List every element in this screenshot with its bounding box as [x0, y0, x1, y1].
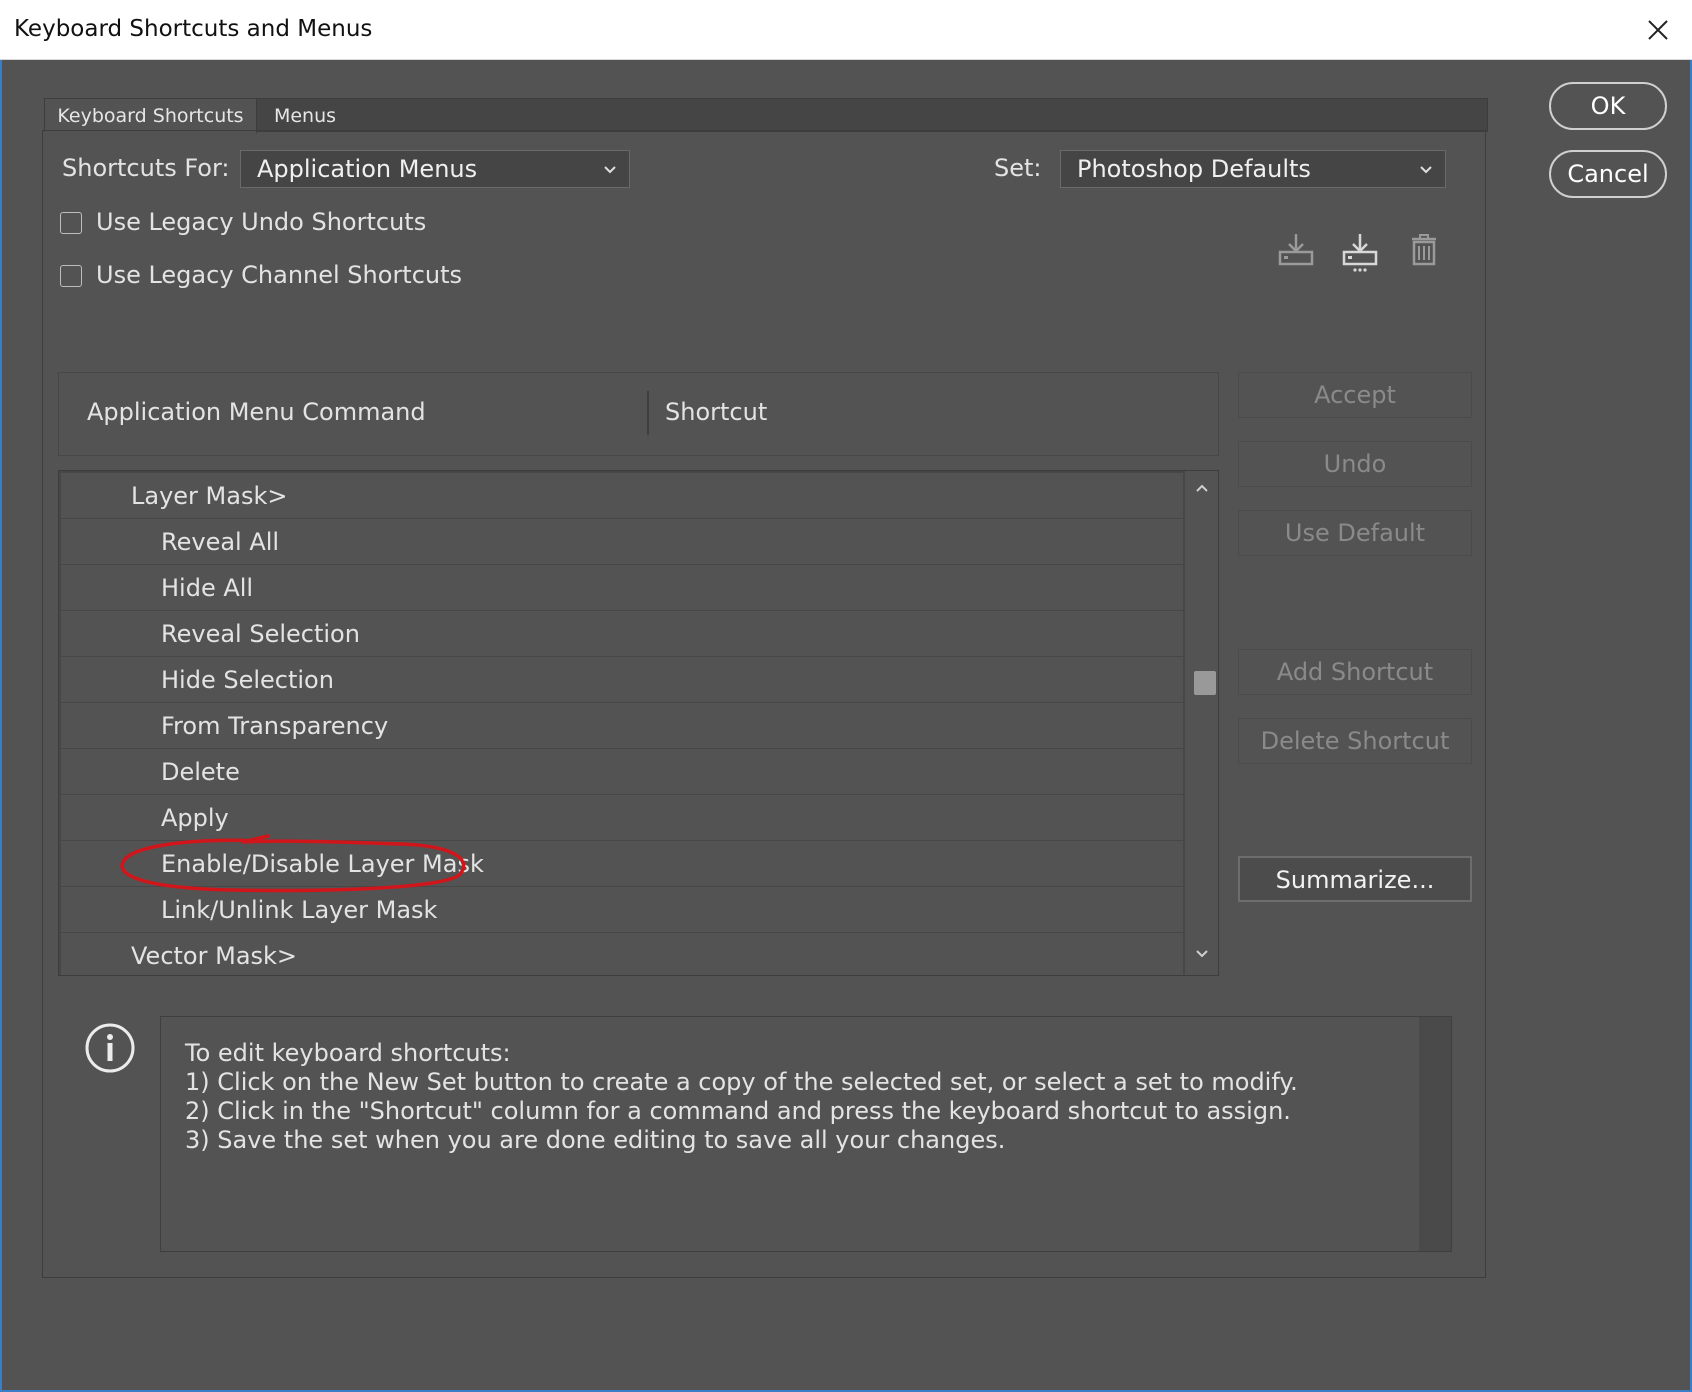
list-item[interactable]: Hide Selection: [61, 657, 1183, 702]
list-item-label: Vector Mask>: [131, 942, 298, 970]
undo-button[interactable]: Undo: [1238, 441, 1472, 487]
chevron-up-icon[interactable]: [1194, 481, 1210, 495]
list-item[interactable]: Hide All: [61, 565, 1183, 610]
dialog-body: Keyboard Shortcuts Menus Shortcuts For: …: [0, 60, 1692, 1392]
info-box: To edit keyboard shortcuts: 1) Click on …: [160, 1016, 1452, 1252]
set-value: Photoshop Defaults: [1077, 155, 1311, 183]
list-item[interactable]: Vector Mask>: [61, 933, 1183, 975]
list-item[interactable]: Reveal Selection: [61, 611, 1183, 656]
shortcuts-for-select[interactable]: Application Menus: [240, 150, 630, 188]
list-item[interactable]: Layer Mask>: [61, 473, 1183, 518]
column-divider[interactable]: [647, 391, 649, 435]
list-item-label: From Transparency: [161, 712, 389, 740]
save-set-icon: [1278, 234, 1314, 266]
command-list: Layer Mask> Reveal All Hide All Reveal S…: [58, 470, 1219, 976]
ok-button[interactable]: OK: [1549, 82, 1667, 130]
close-icon: [1648, 20, 1668, 40]
window-title: Keyboard Shortcuts and Menus: [14, 16, 373, 42]
annotation-circle: [120, 834, 466, 893]
shortcuts-for-value: Application Menus: [257, 155, 478, 183]
info-icon: [85, 1023, 135, 1073]
list-item-label: Link/Unlink Layer Mask: [161, 896, 438, 924]
save-set-as-button[interactable]: [1340, 230, 1380, 272]
tab-keyboard-shortcuts[interactable]: Keyboard Shortcuts: [45, 99, 257, 133]
list-item[interactable]: Reveal All: [61, 519, 1183, 564]
scrollbar-thumb[interactable]: [1194, 671, 1216, 695]
set-select[interactable]: Photoshop Defaults: [1060, 150, 1446, 188]
info-scrollbar[interactable]: [1419, 1017, 1451, 1251]
legacy-undo-label: Use Legacy Undo Shortcuts: [96, 208, 427, 236]
list-item-label: Hide Selection: [161, 666, 334, 694]
delete-set-button[interactable]: [1404, 230, 1444, 270]
chevron-down-icon: [1420, 166, 1432, 174]
add-shortcut-button[interactable]: Add Shortcut: [1238, 649, 1472, 695]
window-titlebar: Keyboard Shortcuts and Menus: [0, 0, 1692, 60]
trash-icon: [1412, 234, 1436, 266]
list-item-label: Layer Mask>: [131, 482, 288, 510]
save-set-button[interactable]: [1276, 230, 1316, 270]
delete-shortcut-button[interactable]: Delete Shortcut: [1238, 718, 1472, 764]
summarize-button[interactable]: Summarize...: [1238, 856, 1472, 902]
tab-strip: Keyboard Shortcuts Menus: [44, 98, 1488, 133]
save-set-as-icon: [1342, 234, 1378, 272]
info-line: 3) Save the set when you are done editin…: [185, 1126, 1006, 1154]
list-item-label: Delete: [161, 758, 240, 786]
legacy-channel-label: Use Legacy Channel Shortcuts: [96, 261, 463, 289]
legacy-channel-checkbox[interactable]: [60, 265, 82, 287]
cancel-button[interactable]: Cancel: [1549, 150, 1667, 198]
legacy-undo-checkbox[interactable]: [60, 212, 82, 234]
list-item[interactable]: Delete: [61, 749, 1183, 794]
shortcuts-for-label: Shortcuts For:: [62, 154, 230, 182]
close-window-button[interactable]: [1638, 10, 1678, 50]
chevron-down-icon: [604, 166, 616, 174]
chevron-down-icon[interactable]: [1194, 947, 1210, 961]
list-item[interactable]: From Transparency: [61, 703, 1183, 748]
list-scrollbar[interactable]: [1185, 471, 1218, 975]
list-item-label: Reveal Selection: [161, 620, 360, 648]
list-item-label: Hide All: [161, 574, 254, 602]
info-line: 1) Click on the New Set button to create…: [185, 1068, 1298, 1096]
list-item-label: Reveal All: [161, 528, 280, 556]
column-header-command[interactable]: Application Menu Command: [87, 398, 426, 426]
accept-button[interactable]: Accept: [1238, 372, 1472, 418]
info-line: To edit keyboard shortcuts:: [185, 1039, 511, 1067]
info-line: 2) Click in the "Shortcut" column for a …: [185, 1097, 1291, 1125]
use-default-button[interactable]: Use Default: [1238, 510, 1472, 556]
list-item-label: Apply: [161, 804, 229, 832]
table-header: Application Menu Command Shortcut: [58, 372, 1219, 456]
set-label: Set:: [994, 154, 1042, 182]
tab-menus[interactable]: Menus: [257, 99, 353, 133]
column-header-shortcut[interactable]: Shortcut: [665, 398, 767, 426]
